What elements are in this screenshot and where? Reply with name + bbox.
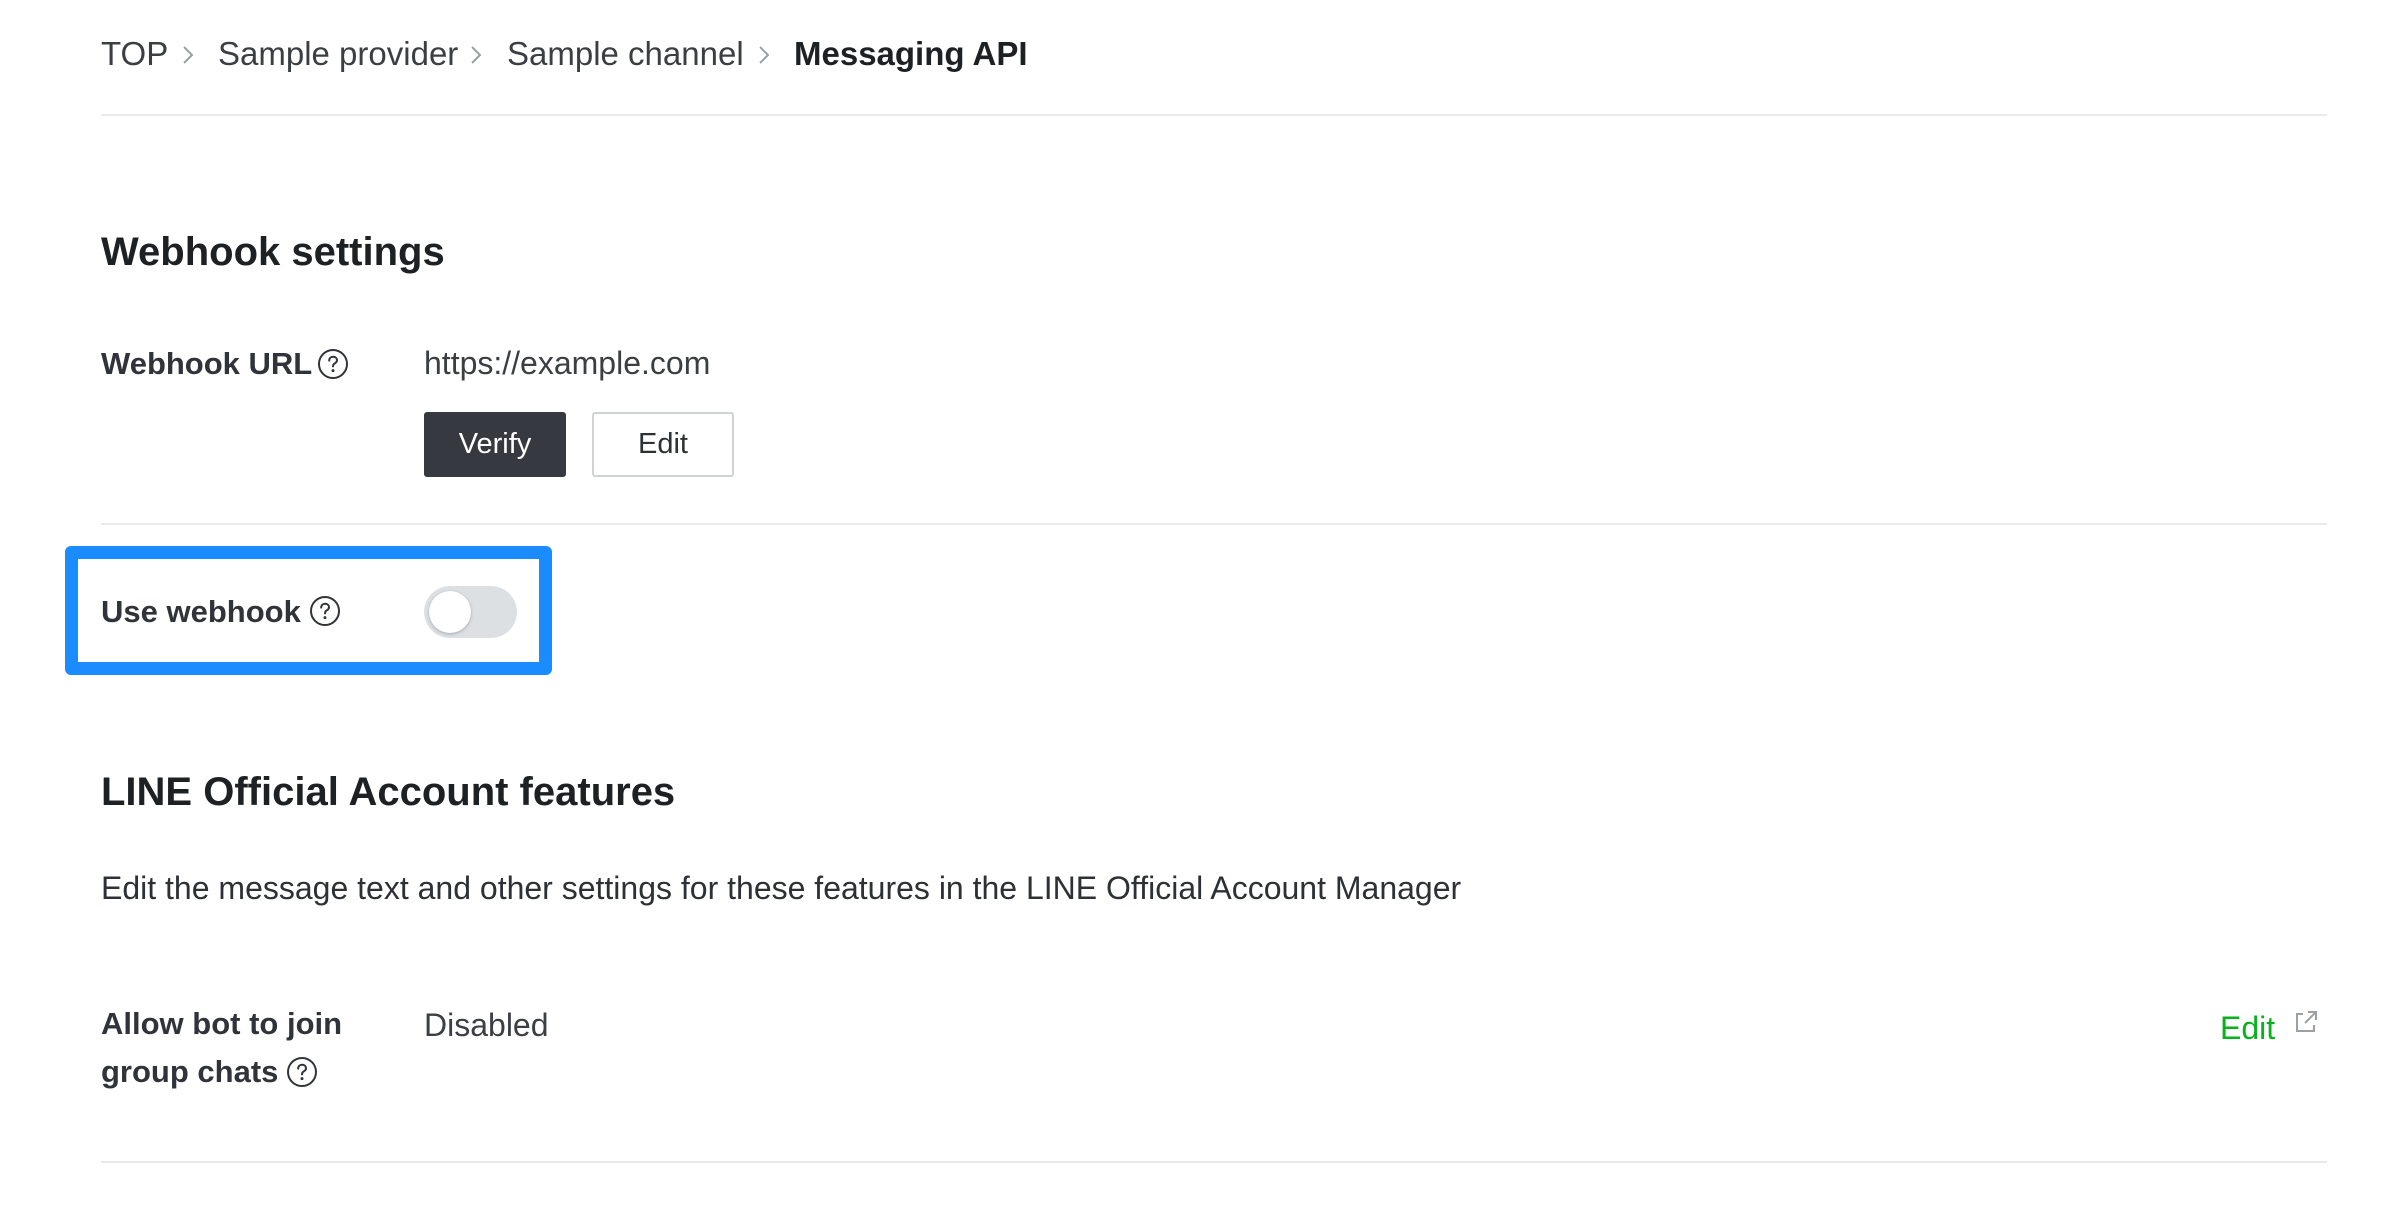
breadcrumb-top[interactable]: TOP — [101, 34, 168, 74]
edit-group-chat-link[interactable]: Edit — [2220, 1008, 2275, 1048]
help-icon[interactable] — [317, 348, 349, 380]
chevron-right-icon — [183, 46, 194, 64]
divider — [101, 114, 2327, 116]
help-icon[interactable] — [309, 595, 341, 627]
chevron-right-icon — [471, 46, 482, 64]
section-title: LINE Official Account features — [101, 770, 676, 814]
section-title: Webhook settings — [101, 230, 445, 274]
breadcrumb-channel[interactable]: Sample channel — [507, 34, 744, 74]
webhook-url-value: https://example.com — [424, 345, 711, 381]
divider — [101, 523, 2327, 525]
use-webhook-toggle[interactable] — [424, 586, 517, 638]
breadcrumb-current: Messaging API — [794, 35, 1028, 72]
section-description: Edit the message text and other settings… — [101, 870, 1462, 906]
breadcrumb-provider[interactable]: Sample provider — [218, 34, 458, 74]
chevron-right-icon — [759, 46, 770, 64]
help-icon[interactable] — [286, 1056, 318, 1088]
edit-webhook-url-button[interactable]: Edit — [592, 412, 734, 477]
external-link-icon[interactable] — [2292, 1008, 2320, 1036]
group-chat-label-line1: Allow bot to join — [101, 1006, 343, 1041]
webhook-url-label: Webhook URL — [101, 346, 313, 381]
group-chat-label-line2: group chats — [101, 1054, 279, 1089]
verify-button[interactable]: Verify — [424, 412, 566, 477]
group-chat-value: Disabled — [424, 1007, 549, 1043]
use-webhook-label: Use webhook — [101, 594, 301, 629]
divider — [101, 1161, 2327, 1163]
toggle-knob — [429, 591, 471, 633]
